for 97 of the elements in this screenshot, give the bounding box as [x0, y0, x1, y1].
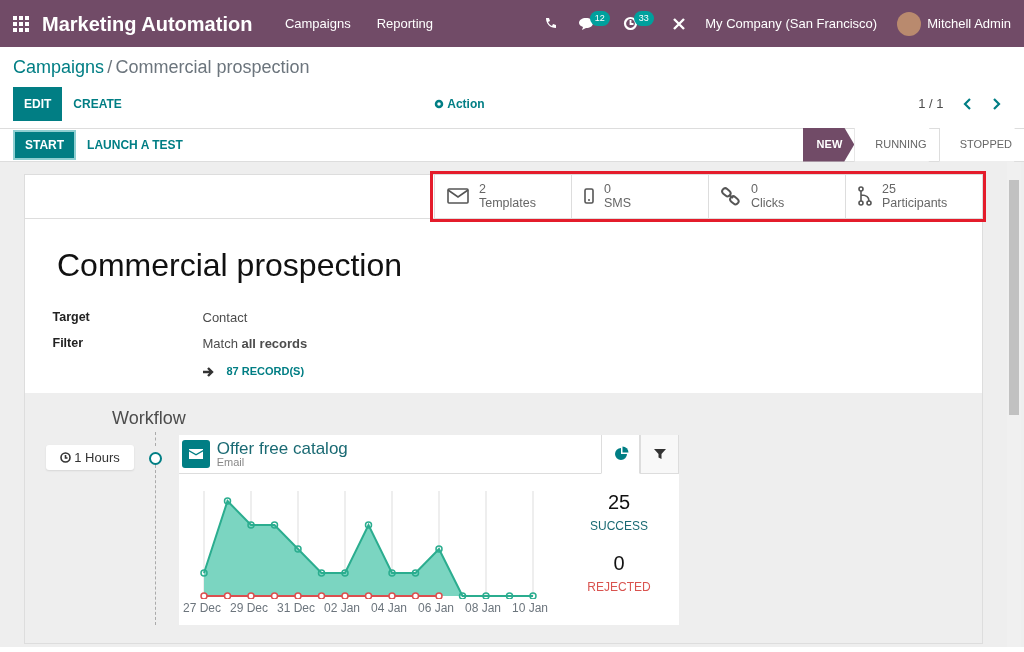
data-point [247, 592, 255, 599]
menu-item[interactable]: Reporting [376, 13, 433, 34]
axis-label: 06 Jan [418, 600, 456, 617]
mobile-phone-icon [584, 188, 594, 204]
action-dropdown[interactable]: Action [423, 87, 496, 121]
data-point [294, 545, 302, 553]
data-point [294, 592, 302, 599]
data-point [317, 569, 326, 577]
filter-icon [651, 446, 668, 462]
app-title[interactable]: Marketing Automation [42, 8, 253, 39]
stat-button[interactable]: 25 Participants [845, 174, 982, 218]
data-point [364, 592, 373, 599]
axis-label: 08 Jan [465, 600, 503, 617]
stat-button[interactable]: 0 SMS [571, 174, 708, 218]
activity-count-badge: 33 [633, 10, 654, 27]
stat-label: Clicks [751, 196, 785, 211]
data-point [247, 521, 255, 529]
breadcrumb-link[interactable]: Campaigns [13, 53, 105, 81]
data-point [364, 521, 373, 529]
field-label: Filter [52, 335, 85, 352]
data-point [388, 592, 396, 599]
stat-label: Templates [479, 196, 536, 211]
start-button[interactable]: START [13, 129, 77, 160]
close-icon[interactable] [671, 16, 686, 31]
workflow-heading: Workflow [112, 406, 187, 430]
company-switcher[interactable]: My Company (San Francisco) [705, 13, 878, 34]
data-point [341, 569, 349, 577]
clock-icon[interactable] [622, 16, 638, 31]
data-point [223, 497, 232, 505]
message-count-badge: 12 [589, 10, 610, 27]
success-label: SUCCESS [590, 518, 648, 535]
data-point [341, 592, 349, 599]
clock-icon [60, 451, 71, 463]
record-title: Commercial prospection [56, 245, 403, 285]
rejected-label: REJECTED [587, 579, 651, 596]
axis-label: 02 Jan [324, 600, 362, 617]
rejected-count: 0 [613, 551, 625, 576]
field-label: Target [52, 309, 91, 326]
breadcrumb-separator: / [107, 55, 113, 79]
chevron-left-icon[interactable] [963, 98, 973, 110]
axis-label: 04 Jan [371, 600, 409, 617]
data-point [388, 569, 396, 577]
axis-label: 31 Dec [277, 600, 317, 617]
data-point [458, 592, 467, 599]
arrow-right-icon [202, 366, 214, 377]
statistics-tab[interactable] [601, 435, 640, 474]
edit-button[interactable]: EDIT [13, 87, 63, 121]
data-point [411, 569, 420, 577]
stat-label: SMS [604, 196, 632, 211]
pie-chart-icon [612, 446, 629, 462]
branch-icon [858, 186, 872, 206]
data-point [223, 592, 232, 599]
data-point [529, 592, 537, 599]
axis-label: 29 Dec [230, 600, 270, 617]
field-value: Contact [202, 309, 248, 327]
pager-value: 1 / 1 [918, 95, 944, 114]
create-button[interactable]: CREATE [62, 87, 133, 121]
stat-value: 2 [479, 181, 487, 196]
scrollbar-thumb[interactable] [1008, 179, 1019, 415]
axis-label: 10 Jan [512, 600, 550, 617]
user-name[interactable]: Mitchell Admin [927, 13, 1011, 34]
stat-button[interactable]: 2 Templates [434, 174, 571, 218]
data-point [411, 592, 420, 599]
data-point [435, 592, 443, 599]
data-point [317, 592, 326, 599]
data-point [270, 521, 279, 529]
envelope-icon [447, 188, 469, 204]
data-point [482, 592, 490, 599]
launch-test-button[interactable]: LAUNCH A TEST [76, 127, 194, 162]
stat-value: 25 [882, 181, 897, 196]
filter-tab[interactable] [640, 435, 679, 474]
stat-value: 0 [751, 181, 759, 196]
apps-menu-icon[interactable] [13, 15, 29, 32]
breadcrumb-current: Commercial prospection [115, 55, 310, 79]
activity-title[interactable]: Offer free catalog [216, 440, 348, 457]
success-count: 25 [607, 490, 631, 515]
timeline-node [148, 451, 162, 465]
envelope-icon [182, 440, 211, 468]
data-point [200, 592, 208, 599]
data-point [200, 569, 208, 577]
chat-icon[interactable] [577, 16, 594, 31]
status-stage[interactable]: NEW [802, 127, 855, 162]
records-link[interactable]: 87 RECORD(S) [226, 363, 305, 380]
chevron-right-icon[interactable] [991, 98, 1001, 110]
axis-label: 27 Dec [183, 600, 223, 617]
stat-label: Participants [882, 196, 948, 211]
menu-item[interactable]: Campaigns [284, 13, 351, 34]
activity-type: Email [216, 457, 246, 468]
data-point [270, 592, 279, 599]
data-point [435, 545, 443, 553]
stat-button[interactable]: 0 Clicks [708, 174, 845, 218]
chain-link-icon [721, 186, 741, 206]
field-value: Match all records [202, 335, 308, 353]
delay-chip: 1 Hours [46, 444, 134, 470]
phone-icon[interactable] [544, 16, 559, 31]
data-point [505, 592, 514, 599]
stat-value: 0 [604, 181, 612, 196]
